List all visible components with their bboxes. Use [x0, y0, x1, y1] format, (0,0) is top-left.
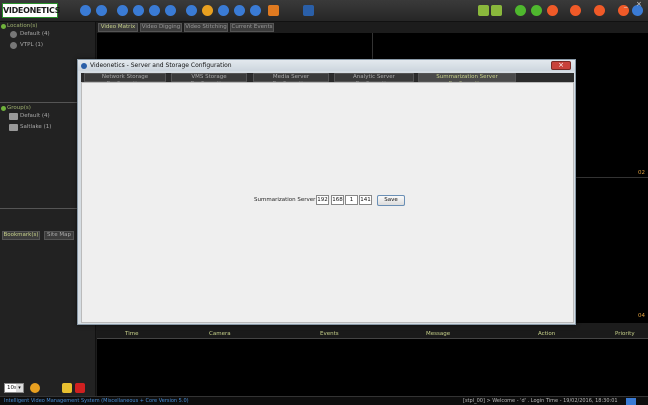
interval-select[interactable]: 10s ▾: [4, 383, 24, 393]
dialog-tab-bar: Network Storage Configuration VMS Storag…: [81, 73, 574, 87]
video-cell-number: 04: [638, 313, 645, 319]
location-pin-icon: [10, 42, 17, 49]
location-group-icon: [1, 24, 6, 29]
display-icon[interactable]: [234, 5, 245, 16]
chevron-down-icon: ▾: [16, 384, 23, 392]
rec-icon[interactable]: [75, 383, 85, 393]
tab-summarization-server[interactable]: Summarization Server Configuration: [418, 73, 516, 87]
stop-icon[interactable]: [268, 5, 279, 16]
status-light-orange: [594, 5, 605, 16]
record-icon[interactable]: [133, 5, 144, 16]
top-toolbar: VIDEONETICS _ ×: [0, 0, 648, 22]
tab-analytic-server[interactable]: Analytic Server Configuration: [334, 73, 414, 87]
tab-site-map[interactable]: Site Map: [44, 231, 74, 240]
dialog-titlebar[interactable]: Videonetics - Server and Storage Configu…: [78, 60, 575, 71]
events-table-header: Time Camera Events Message Action Priori…: [97, 330, 648, 339]
refresh-icon[interactable]: [30, 383, 40, 393]
status-app-version: Intelligent Video Management System (Mis…: [4, 398, 189, 404]
locations-header[interactable]: Location(s): [0, 22, 96, 30]
column-message[interactable]: Message: [426, 331, 450, 337]
group-item-saltlake[interactable]: Saltlake (1): [8, 123, 51, 132]
status-light-orange: [570, 5, 581, 16]
minimize-button[interactable]: _: [624, 0, 628, 8]
bottom-toolbar: 10s ▾: [0, 381, 96, 395]
tab-video-matrix[interactable]: Video Matrix: [98, 23, 138, 32]
app-icon: [81, 63, 87, 69]
column-time[interactable]: Time: [125, 331, 138, 337]
monitor-status-icon[interactable]: [478, 5, 489, 16]
close-button[interactable]: ×: [636, 0, 642, 8]
dialog-title: Videonetics - Server and Storage Configu…: [90, 62, 232, 69]
tab-media-server[interactable]: Media Server Configuration: [253, 73, 329, 87]
ip-octet-2-input[interactable]: 168: [331, 195, 344, 205]
status-light-green: [531, 5, 542, 16]
events-panel: Time Camera Events Message Action Priori…: [97, 330, 648, 396]
server-storage-config-dialog: Videonetics - Server and Storage Configu…: [77, 59, 576, 325]
videonetics-logo: VIDEONETICS: [2, 3, 60, 18]
alarm-status-icon[interactable]: [491, 5, 502, 16]
column-camera[interactable]: Camera: [209, 331, 231, 337]
tab-vms-storage[interactable]: VMS Storage Configuration: [171, 73, 247, 87]
group-item-default[interactable]: Default (4): [8, 112, 50, 121]
ip-octet-3-input[interactable]: 1: [345, 195, 358, 205]
dialog-body: Summarization Server Ip 192 168 1 141 Sa…: [81, 82, 574, 323]
status-bar: Intelligent Video Management System (Mis…: [0, 396, 648, 405]
tab-current-events[interactable]: Current Events: [230, 23, 274, 32]
save-button[interactable]: Save: [377, 195, 405, 206]
group-icon: [1, 106, 6, 111]
camera-group-icon: [9, 124, 18, 131]
tab-video-stitching[interactable]: Video Stitching: [184, 23, 228, 32]
column-events[interactable]: Events: [320, 331, 339, 337]
status-light-green: [515, 5, 526, 16]
monitor-icon[interactable]: [218, 5, 229, 16]
dialog-close-button[interactable]: ×: [551, 61, 571, 70]
network-icon[interactable]: [165, 5, 176, 16]
column-priority[interactable]: Priority: [615, 331, 635, 337]
tab-video-digging[interactable]: Video Digging: [140, 23, 182, 32]
layout-icon[interactable]: [250, 5, 261, 16]
tab-network-storage[interactable]: Network Storage Configuration: [84, 73, 166, 87]
ip-octet-4-input[interactable]: 141: [359, 195, 372, 205]
globe-icon[interactable]: [117, 5, 128, 16]
camera-icon[interactable]: [80, 5, 91, 16]
close-icon: ×: [558, 61, 564, 69]
grid-icon[interactable]: [303, 5, 314, 16]
ip-octet-1-input[interactable]: 192: [316, 195, 329, 205]
location-item-default[interactable]: Default (4): [8, 30, 50, 39]
status-light-orange: [547, 5, 558, 16]
location-pin-icon: [10, 31, 17, 38]
camera-group-icon: [9, 113, 18, 120]
user-icon[interactable]: [149, 5, 160, 16]
summarization-server-ip-label: Summarization Server Ip: [254, 197, 323, 203]
tab-bookmarks[interactable]: Bookmark(s): [2, 231, 40, 240]
settings-icon[interactable]: [186, 5, 197, 16]
world-icon[interactable]: [202, 5, 213, 16]
location-item-vtpl[interactable]: VTPL (1): [8, 41, 43, 50]
camera-icon[interactable]: [96, 5, 107, 16]
video-cell-number: 02: [638, 170, 645, 176]
column-action[interactable]: Action: [538, 331, 555, 337]
status-login-info: [stpl_00] > Welcome - 'd' . Login Time -…: [463, 398, 618, 404]
network-status-icon: [626, 398, 636, 405]
folder-icon[interactable]: [62, 383, 72, 393]
